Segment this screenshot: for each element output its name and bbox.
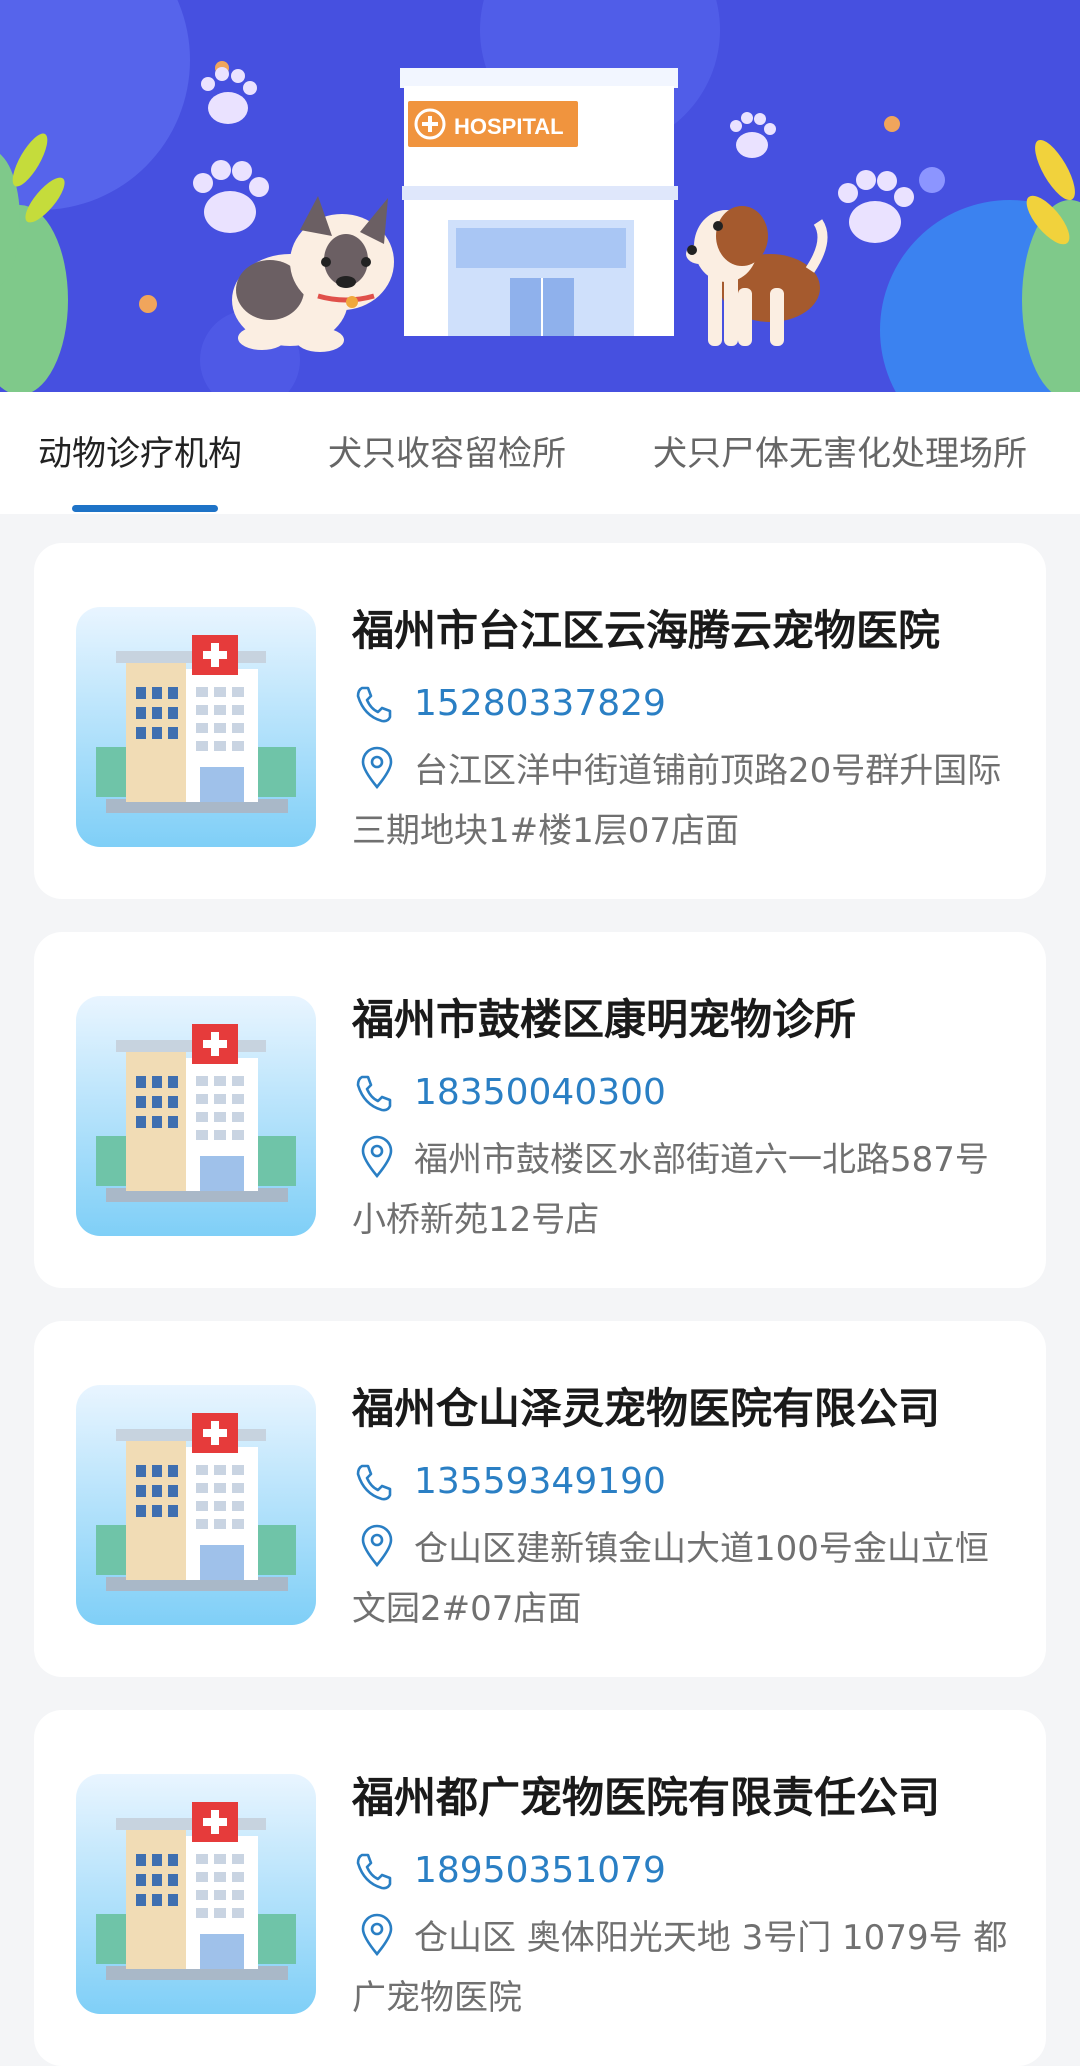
active-tab-indicator bbox=[72, 505, 218, 512]
clinic-phone[interactable]: 15280337829 bbox=[352, 679, 666, 729]
clinic-card[interactable]: 福州市台江区云海腾云宠物医院 15280337829 台江区洋中街道铺前顶路20… bbox=[34, 543, 1046, 899]
hospital-building-icon bbox=[76, 607, 316, 847]
address-text: 仓山区 奥体阳光天地 3号门 1079号 都广宠物医院 bbox=[352, 1918, 1008, 2018]
clinic-name: 福州市台江区云海腾云宠物医院 bbox=[352, 606, 941, 655]
hospital-building-icon bbox=[76, 1774, 316, 2014]
hospital-building-icon bbox=[76, 1385, 316, 1625]
clinic-name: 福州都广宠物医院有限责任公司 bbox=[352, 1773, 941, 1822]
phone-number[interactable]: 18950351079 bbox=[414, 1846, 666, 1896]
phone-icon bbox=[356, 1464, 392, 1501]
clinic-address: 仓山区 奥体阳光天地 3号门 1079号 都广宠物医院 bbox=[352, 1908, 1012, 2028]
phone-number[interactable]: 18350040300 bbox=[414, 1068, 666, 1118]
phone-number[interactable]: 13559349190 bbox=[414, 1457, 666, 1507]
address-text: 福州市鼓楼区水部街道六一北路587号小桥新苑12号店 bbox=[352, 1140, 989, 1240]
clinic-name: 福州市鼓楼区康明宠物诊所 bbox=[352, 995, 857, 1044]
clinic-address: 福州市鼓楼区水部街道六一北路587号小桥新苑12号店 bbox=[352, 1130, 1012, 1250]
tab-animal-clinics[interactable]: 动物诊疗机构 bbox=[38, 432, 242, 476]
clinic-card[interactable]: 福州都广宠物医院有限责任公司 18950351079 仓山区 奥体阳光天地 3号… bbox=[34, 1710, 1046, 2066]
tab-dog-shelters[interactable]: 犬只收容留检所 bbox=[328, 432, 566, 476]
hospital-sign-text: HOSPITAL bbox=[454, 114, 564, 139]
clinic-card[interactable]: 福州市鼓楼区康明宠物诊所 18350040300 福州市鼓楼区水部街道六一北路5… bbox=[34, 932, 1046, 1288]
clinic-address: 台江区洋中街道铺前顶路20号群升国际三期地块1#楼1层07店面 bbox=[352, 741, 1012, 861]
clinic-phone[interactable]: 18350040300 bbox=[352, 1068, 666, 1118]
location-pin-icon bbox=[361, 1135, 393, 1179]
location-pin-icon bbox=[361, 1913, 393, 1957]
clinic-phone[interactable]: 13559349190 bbox=[352, 1457, 666, 1507]
location-pin-icon bbox=[361, 1524, 393, 1568]
hospital-building-icon bbox=[76, 996, 316, 1236]
tab-carcass-disposal[interactable]: 犬只尸体无害化处理场所 bbox=[653, 432, 1027, 476]
clinic-phone[interactable]: 18950351079 bbox=[352, 1846, 666, 1896]
phone-icon bbox=[356, 1853, 392, 1890]
phone-icon bbox=[356, 686, 392, 723]
address-text: 台江区洋中街道铺前顶路20号群升国际三期地块1#楼1层07店面 bbox=[352, 751, 1002, 851]
hero-banner: HOSPITAL bbox=[0, 0, 1080, 392]
clinic-name: 福州仓山泽灵宠物医院有限公司 bbox=[352, 1384, 941, 1433]
hospital-pets-illustration: HOSPITAL bbox=[0, 0, 1080, 392]
clinic-address: 仓山区建新镇金山大道100号金山立恒文园2#07店面 bbox=[352, 1519, 1012, 1639]
location-pin-icon bbox=[361, 746, 393, 790]
phone-number[interactable]: 15280337829 bbox=[414, 679, 666, 729]
category-tabs: 动物诊疗机构 犬只收容留检所 犬只尸体无害化处理场所 bbox=[0, 392, 1080, 514]
clinic-card[interactable]: 福州仓山泽灵宠物医院有限公司 13559349190 仓山区建新镇金山大道100… bbox=[34, 1321, 1046, 1677]
address-text: 仓山区建新镇金山大道100号金山立恒文园2#07店面 bbox=[352, 1529, 989, 1629]
phone-icon bbox=[356, 1075, 392, 1112]
